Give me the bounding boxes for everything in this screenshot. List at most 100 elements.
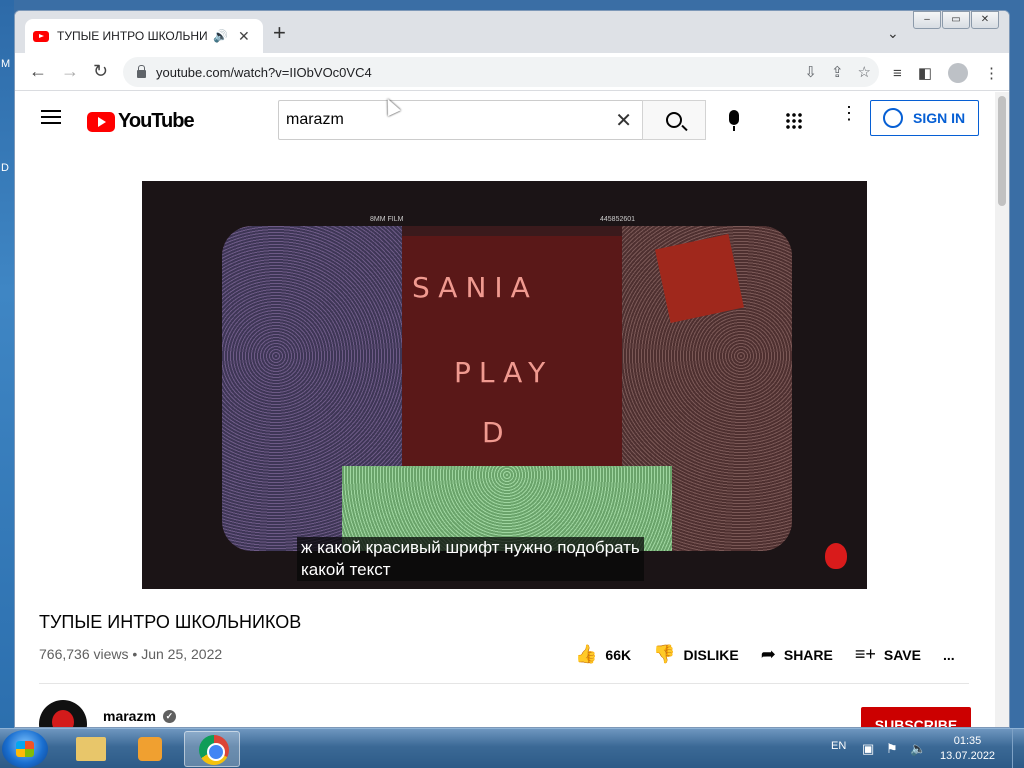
forward-icon[interactable]: → (61, 61, 79, 82)
close-tab-icon[interactable]: ✕ (238, 28, 250, 45)
bookmark-star-icon[interactable]: ☆ (858, 63, 871, 81)
hamburger-menu-icon[interactable] (41, 110, 61, 124)
video-title: ТУПЫЕ ИНТРО ШКОЛЬНИКОВ (39, 612, 302, 632)
url-text: youtube.com/watch?v=IIObVOc0VC4 (156, 64, 372, 80)
youtube-logo-text: YouTube (118, 110, 195, 132)
network-icon[interactable]: ▣ (862, 741, 874, 757)
taskbar: EN ▣ ⚑ 🔈 01:35 13.07.2022 (0, 728, 1024, 768)
browser-tab[interactable]: ТУПЫЕ ИНТРО ШКОЛЬНИКОВ - YouTube 🔊 ✕ (25, 19, 263, 53)
video-meta: 766,736 views • Jun 25, 2022 (39, 646, 222, 662)
like-count: 66K (605, 646, 632, 663)
hud-counter: 445852601 (600, 216, 636, 223)
profile-icon[interactable] (948, 63, 968, 83)
reload-icon[interactable]: ↻ (93, 61, 108, 82)
minimize-icon[interactable]: – (913, 11, 941, 29)
subtitle-line: какой текст (301, 560, 391, 579)
desktop-background: M D (0, 0, 14, 728)
settings-menu-icon[interactable]: ⋮ (840, 104, 858, 122)
apps-grid-icon[interactable] (785, 112, 803, 130)
channel-avatar[interactable] (39, 700, 87, 727)
taskbar-explorer[interactable] (62, 731, 118, 767)
tab-title: ТУПЫЕ ИНТРО ШКОЛЬНИКОВ - YouTube (57, 29, 207, 43)
share-arrow-icon: ➦ (760, 644, 776, 664)
clock-date: 13.07.2022 (940, 750, 996, 762)
taskbar-media-player[interactable] (122, 731, 178, 767)
new-tab-icon[interactable]: + (273, 22, 286, 44)
upload-date: Jun 25, 2022 (141, 646, 223, 662)
sign-in-button[interactable]: SIGN IN (870, 100, 979, 136)
microphone-icon[interactable] (729, 110, 739, 131)
search-query: marazm (286, 111, 344, 128)
media-control-icon[interactable]: ≡ (893, 65, 902, 82)
scrollbar-thumb[interactable] (998, 96, 1006, 206)
video-frame: SANIA PLAY D (222, 226, 792, 551)
clear-search-icon[interactable]: ✕ (615, 108, 632, 133)
start-button[interactable] (2, 730, 48, 768)
youtube-play-icon (87, 111, 115, 132)
desktop-label: D (1, 162, 9, 174)
tab-strip: ТУПЫЕ ИНТРО ШКОЛЬНИКОВ - YouTube 🔊 ✕ + ⌄… (15, 11, 1009, 53)
subscribe-button[interactable]: SUBSCRIBE (861, 707, 971, 727)
verified-check-icon: ✓ (162, 709, 176, 723)
install-icon[interactable]: ⇩ (804, 63, 817, 81)
divider (39, 683, 969, 684)
taskbar-chrome[interactable] (184, 731, 240, 767)
sign-in-label: SIGN IN (913, 110, 966, 126)
browser-menu-icon[interactable]: ⋮ (984, 64, 999, 82)
dislike-button[interactable]: 👎 DISLIKE (653, 644, 739, 665)
address-bar[interactable]: youtube.com/watch?v=IIObVOc0VC4 ⇩ ⇪ ☆ (123, 57, 879, 87)
video-actions: 👍 66K 👎 DISLIKE ➦ SHARE ≡+ SAVE ... (575, 644, 977, 665)
action-center-icon[interactable]: ⚑ (886, 741, 898, 757)
more-actions-button[interactable]: ... (943, 647, 955, 663)
toolbar-right: ≡ ◧ ⋮ (893, 63, 999, 83)
show-desktop-button[interactable] (1012, 729, 1024, 768)
scene-text: PLAY (454, 356, 554, 389)
language-indicator[interactable]: EN (831, 740, 846, 752)
scene-text: D (482, 416, 512, 449)
address-bar-actions: ⇩ ⇪ ☆ (804, 63, 871, 81)
desktop-label: M (1, 58, 11, 70)
meta-separator: • (128, 646, 142, 662)
youtube-favicon-icon (33, 30, 49, 42)
browser-window: ТУПЫЕ ИНТРО ШКОЛЬНИКОВ - YouTube 🔊 ✕ + ⌄… (14, 10, 1010, 728)
apple-watermark-icon (825, 543, 847, 569)
scene-text: SANIA (412, 271, 538, 304)
folder-icon (76, 737, 106, 761)
thumbs-down-icon: 👎 (653, 644, 676, 664)
playlist-add-icon: ≡+ (854, 644, 876, 664)
side-panel-icon[interactable]: ◧ (918, 64, 932, 82)
search-button[interactable] (642, 100, 706, 140)
media-player-icon (138, 737, 162, 761)
chrome-icon (199, 735, 229, 765)
back-icon[interactable]: ← (29, 61, 47, 82)
save-button[interactable]: ≡+ SAVE (855, 644, 921, 665)
restore-icon[interactable]: ▭ (942, 11, 970, 29)
speaker-icon[interactable]: 🔊 (213, 29, 228, 43)
dislike-label: DISLIKE (683, 646, 739, 663)
thumbs-up-icon: 👍 (575, 644, 598, 664)
tab-search-icon[interactable]: ⌄ (887, 25, 899, 42)
search-icon (666, 112, 682, 128)
channel-name: marazm (103, 708, 156, 724)
clock-time: 01:35 (953, 735, 982, 747)
view-count: 766,736 views (39, 646, 129, 662)
page-scrollbar[interactable] (995, 92, 1009, 727)
close-window-icon[interactable]: ✕ (971, 11, 999, 29)
scene-red-block (655, 234, 744, 323)
lock-icon[interactable] (137, 64, 146, 78)
video-player[interactable]: SANIA PLAY D 8MM FILM 445852601 ж какой … (142, 181, 867, 589)
more-icon: ... (942, 646, 955, 663)
volume-icon[interactable]: 🔈 (910, 741, 926, 757)
system-clock[interactable]: 01:35 13.07.2022 (940, 734, 995, 764)
share-page-icon[interactable]: ⇪ (831, 63, 844, 81)
search-input[interactable]: marazm ✕ (278, 100, 643, 140)
channel-name-link[interactable]: marazm ✓ (103, 708, 176, 724)
like-button[interactable]: 👍 66K (575, 644, 631, 665)
youtube-logo[interactable]: YouTube (87, 110, 195, 133)
share-button[interactable]: ➦ SHARE (761, 644, 833, 665)
hud-label: 8MM FILM (370, 216, 404, 223)
user-icon (883, 108, 903, 128)
subtitle-line: ж какой красивый шрифт нужно подобрать (301, 538, 640, 557)
share-label: SHARE (783, 646, 833, 663)
save-label: SAVE (883, 646, 921, 663)
